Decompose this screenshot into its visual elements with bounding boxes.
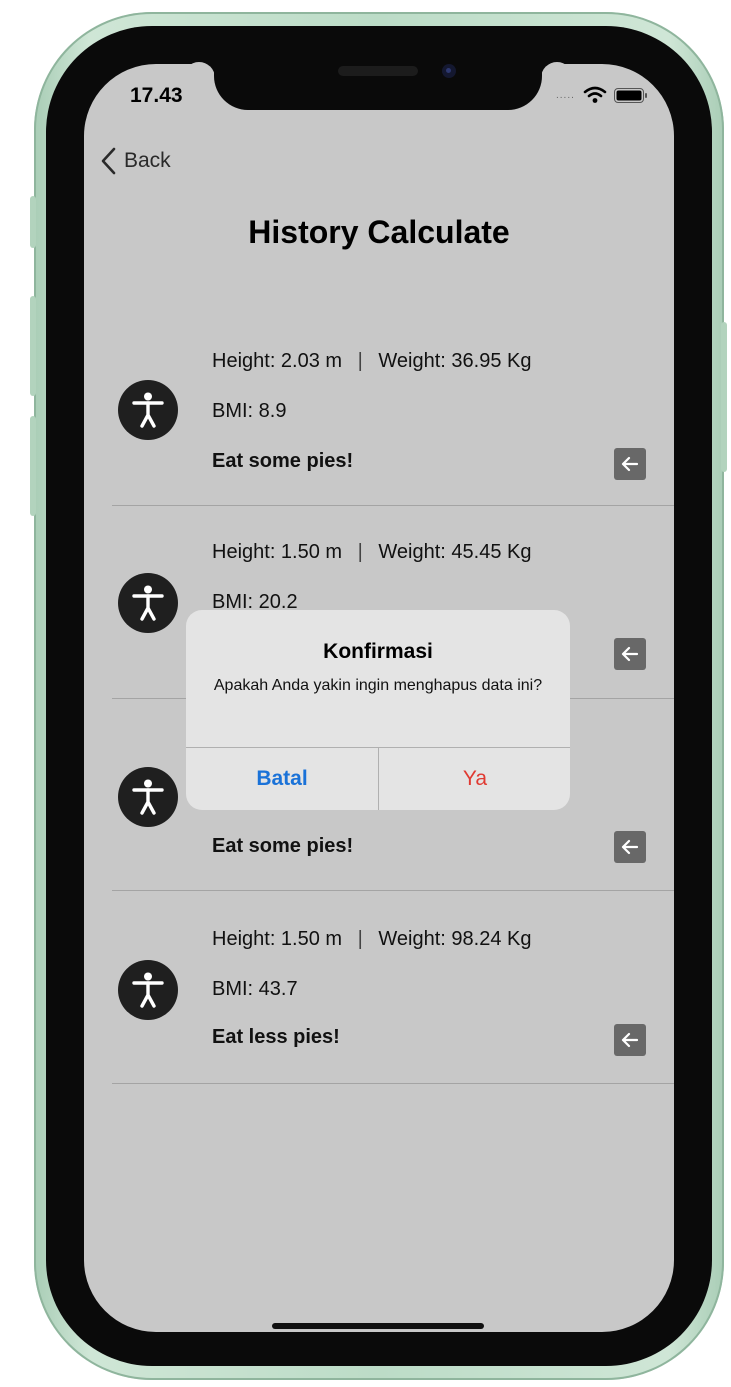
status-time: 17.43 xyxy=(130,84,183,107)
measurement-text: Height: 1.50 m | Weight: 45.45 Kg xyxy=(212,541,531,564)
accessibility-person-icon xyxy=(118,573,178,633)
confirm-dialog: Konfirmasi Apakah Anda yakin ingin mengh… xyxy=(186,610,570,810)
delete-button[interactable] xyxy=(614,1024,646,1056)
dialog-title: Konfirmasi xyxy=(323,640,433,663)
bmi-value: BMI: 8.9 xyxy=(212,400,287,422)
arrow-left-icon xyxy=(621,1032,639,1048)
delete-button[interactable] xyxy=(614,448,646,480)
weight-value: Weight: 36.95 Kg xyxy=(378,350,532,372)
history-row: Height: 2.03 m | Weight: 36.95 Kg BMI: 8… xyxy=(112,314,674,506)
arrow-left-icon xyxy=(621,456,639,472)
back-label: Back xyxy=(124,149,171,172)
earpiece-speaker xyxy=(338,66,418,76)
notch-corner-left xyxy=(183,62,215,94)
delete-button[interactable] xyxy=(614,638,646,670)
silent-switch xyxy=(30,196,36,248)
accessibility-person-icon xyxy=(118,767,178,827)
measurement-text: Height: 1.50 m | Weight: 98.24 Kg xyxy=(212,928,531,951)
height-value: Height: 1.50 m xyxy=(212,928,343,950)
back-button[interactable]: Back xyxy=(100,146,171,176)
arrow-left-icon xyxy=(621,839,639,855)
separator: | xyxy=(357,928,363,950)
weight-value: Weight: 98.24 Kg xyxy=(378,928,532,950)
home-indicator[interactable] xyxy=(272,1323,484,1329)
front-camera xyxy=(442,64,456,78)
history-row: Height: 1.50 m | Weight: 98.24 Kg BMI: 4… xyxy=(112,892,674,1084)
signal-icon: ..... xyxy=(556,90,575,101)
height-value: Height: 1.50 m xyxy=(212,541,343,563)
weight-value: Weight: 45.45 Kg xyxy=(378,541,532,563)
confirm-button[interactable]: Ya xyxy=(379,748,570,810)
advice-text: Eat some pies! xyxy=(212,450,354,472)
row-divider xyxy=(112,1083,674,1084)
accessibility-person-icon xyxy=(118,380,178,440)
measurement-text: Height: 2.03 m | Weight: 36.95 Kg xyxy=(212,350,531,373)
accessibility-person-icon xyxy=(118,960,178,1020)
advice-text: Eat some pies! xyxy=(212,835,354,857)
cancel-button[interactable]: Batal xyxy=(186,748,378,810)
battery-icon xyxy=(614,88,647,103)
separator: | xyxy=(357,541,363,563)
separator: | xyxy=(357,350,363,372)
volume-down-button xyxy=(30,416,36,516)
dialog-message: Apakah Anda yakin ingin menghapus data i… xyxy=(213,677,543,694)
arrow-left-icon xyxy=(621,646,639,662)
row-divider xyxy=(112,890,674,891)
wifi-icon xyxy=(583,86,607,103)
delete-button[interactable] xyxy=(614,831,646,863)
power-button xyxy=(721,322,727,472)
advice-text: Eat less pies! xyxy=(212,1026,340,1048)
page-title: History Calculate xyxy=(248,214,510,250)
volume-up-button xyxy=(30,296,36,396)
row-divider xyxy=(112,505,674,506)
height-value: Height: 2.03 m xyxy=(212,350,343,372)
chevron-left-icon xyxy=(101,147,116,175)
notch-corner-right xyxy=(541,62,573,94)
bmi-value: BMI: 43.7 xyxy=(212,978,298,1000)
